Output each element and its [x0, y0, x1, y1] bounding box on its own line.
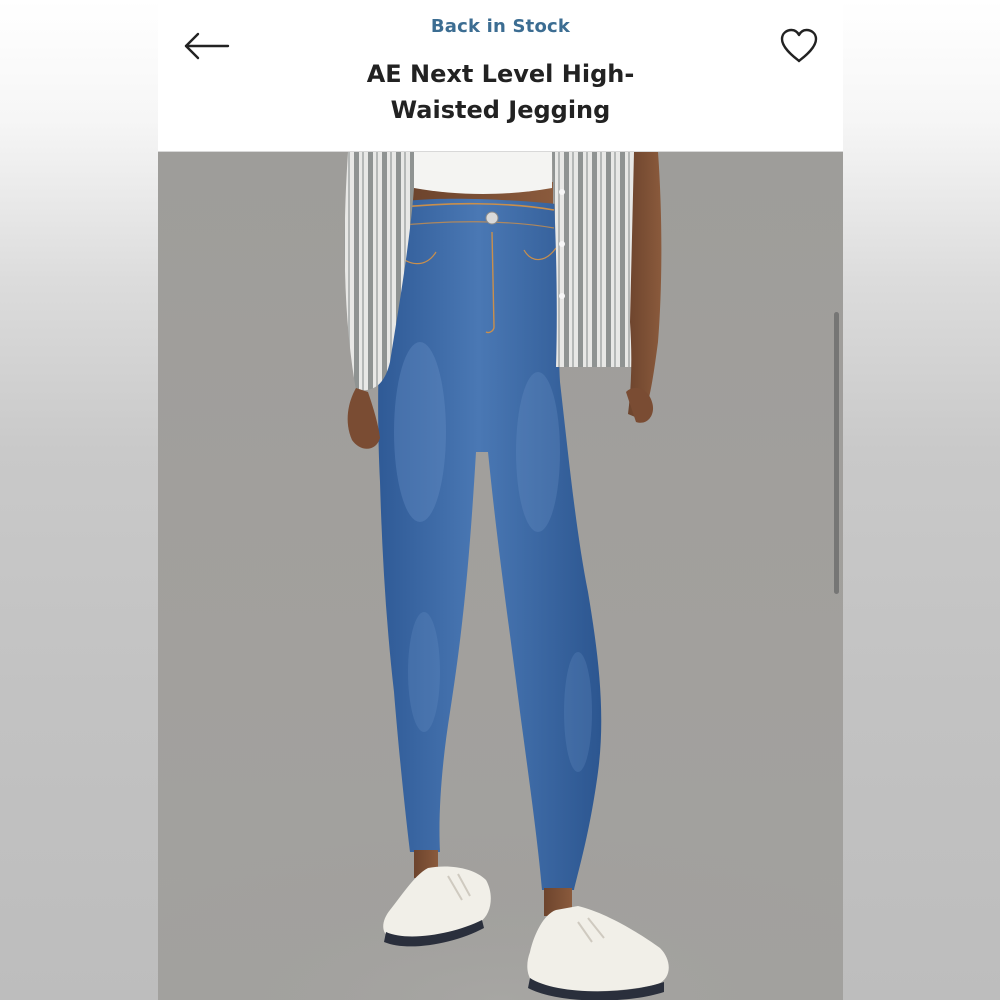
product-photo[interactable] [158, 152, 843, 1000]
product-title: AE Next Level High-Waisted Jegging [366, 60, 635, 124]
favorite-button[interactable] [777, 24, 821, 68]
left-backdrop [0, 0, 158, 1000]
scrollbar[interactable] [834, 312, 839, 594]
product-header: Back in Stock AE Next Level High-Waisted… [158, 0, 843, 152]
product-screen: Back in Stock AE Next Level High-Waisted… [158, 0, 843, 1000]
status-badge: Back in Stock [430, 16, 571, 37]
right-backdrop [843, 0, 1000, 1000]
model-wearing-jeans-image [158, 152, 843, 1000]
heart-outline-icon [780, 28, 818, 63]
